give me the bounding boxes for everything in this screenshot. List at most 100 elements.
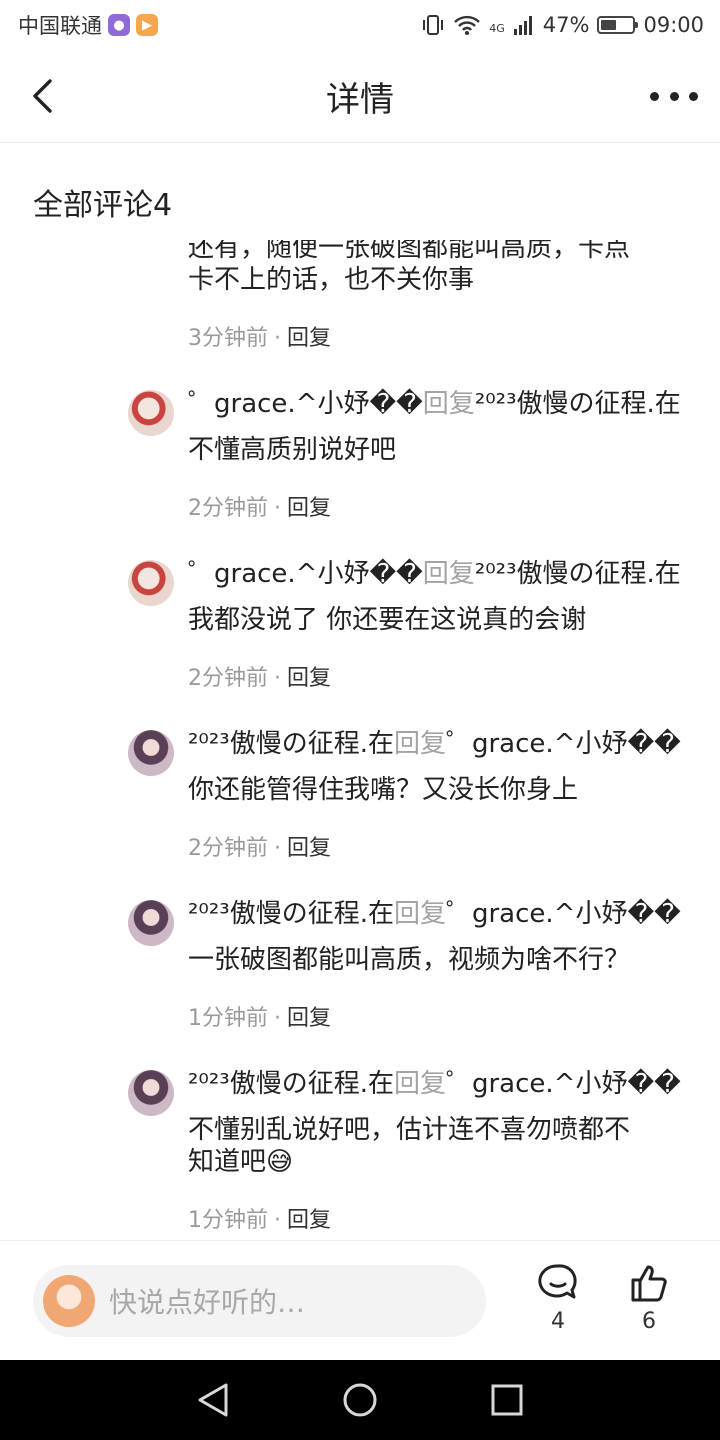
avatar[interactable] <box>128 1070 174 1116</box>
meta-separator: · <box>274 326 281 351</box>
reply-text: 一张破图都能叫高质，视频为啥不行？ <box>188 945 631 975</box>
battery-percent: 47% <box>542 13 590 37</box>
meta-separator: · <box>274 1208 281 1233</box>
reply-item: ²⁰²³傲慢の征程.在回复゜grace.^小妤�� 你还能管得住我嘴？又没长你身上… <box>0 728 720 862</box>
video-app-notification-icon: ▶ <box>136 14 158 36</box>
reply-header: ²⁰²³傲慢の征程.在回复゜grace.^小妤�� <box>188 1068 720 1100</box>
reply-header: ゜grace.^小妤��回复²⁰²³傲慢の征程.在 <box>188 388 720 420</box>
reply-text: 我都没说了 你还要在这说真的会谢 <box>188 605 587 635</box>
reply-label: 回复 <box>393 899 446 929</box>
avatar <box>43 1275 95 1327</box>
network-type: 4G <box>489 22 505 35</box>
reply-item: ²⁰²³傲慢の征程.在回复゜grace.^小妤�� 不懂别乱说好吧，估计连不喜勿喷… <box>0 1068 720 1234</box>
reply-time: 1分钟前 <box>188 1006 268 1031</box>
reply-text: 你还能管得住我嘴？又没长你身上 <box>188 775 579 805</box>
wifi-icon <box>454 15 481 35</box>
top-nav-bar: 详情 <box>0 50 720 143</box>
nav-back-button[interactable] <box>193 1380 233 1420</box>
comment-bubble-icon <box>538 1264 577 1299</box>
comment-input-placeholder: 快说点好听的… <box>109 1286 306 1319</box>
reply-label: 回复 <box>422 389 475 419</box>
reply-label: 回复 <box>422 559 475 589</box>
reply-button[interactable]: 回复 <box>287 836 331 861</box>
comment-time: 3分钟前 <box>188 326 268 351</box>
like-count: 6 <box>642 1309 656 1334</box>
nav-recents-button[interactable] <box>487 1380 527 1420</box>
reply-author[interactable]: ²⁰²³傲慢の征程.在 <box>188 729 394 759</box>
reply-target[interactable]: ²⁰²³傲慢の征程.在 <box>475 389 681 419</box>
app-notification-icon: ● <box>108 14 130 36</box>
nav-home-button[interactable] <box>340 1380 380 1420</box>
triangle-back-icon <box>198 1383 228 1417</box>
thumbs-up-icon <box>631 1265 667 1302</box>
reply-target[interactable]: ²⁰²³傲慢の征程.在 <box>475 559 681 589</box>
system-nav-bar <box>0 1360 720 1440</box>
circle-home-icon <box>343 1383 377 1417</box>
square-recents-icon <box>491 1384 523 1416</box>
reply-label: 回复 <box>393 729 446 759</box>
reply-button[interactable]: 回复 <box>287 666 331 691</box>
reply-time: 2分钟前 <box>188 496 268 521</box>
more-options-button[interactable] <box>650 78 698 114</box>
clock: 09:00 <box>643 13 704 37</box>
reply-button[interactable]: 回复 <box>287 326 331 351</box>
comment-text: 还有，随便一张破图都能叫高质，卡点 <box>188 240 631 263</box>
reply-text: 知道吧😅 <box>188 1147 294 1177</box>
all-comments-heading: 全部评论4 <box>33 188 173 223</box>
carrier-name: 中国联通 <box>18 14 102 38</box>
reply-button[interactable]: 回复 <box>287 496 331 521</box>
reply-meta: 1分钟前 · 回复 <box>188 1208 720 1234</box>
avatar[interactable] <box>128 730 174 776</box>
comment-input-bar: 快说点好听的… 4 6 <box>0 1240 720 1360</box>
avatar[interactable] <box>128 390 174 436</box>
meta-separator: · <box>274 496 281 521</box>
reply-item: ²⁰²³傲慢の征程.在回复゜grace.^小妤�� 一张破图都能叫高质，视频为啥不… <box>0 898 720 1032</box>
comment-count: 4 <box>551 1309 565 1334</box>
avatar[interactable] <box>128 900 174 946</box>
like-button[interactable]: 6 <box>619 1263 679 1334</box>
back-button[interactable] <box>22 76 62 116</box>
status-bar: 中国联通 ● ▶ 4G 47% 09:00 <box>0 0 720 50</box>
reply-label: 回复 <box>393 1069 446 1099</box>
reply-author[interactable]: ²⁰²³傲慢の征程.在 <box>188 899 394 929</box>
reply-header: ²⁰²³傲慢の征程.在回复゜grace.^小妤�� <box>188 728 720 760</box>
comment-list[interactable]: 还有，随便一张破图都能叫高质，卡点 卡不上的话，也不关你事 3分钟前 · 回复 ゜g… <box>0 240 720 1240</box>
meta-separator: · <box>274 1006 281 1031</box>
reply-meta: 2分钟前 · 回复 <box>188 666 720 692</box>
signal-icon <box>513 16 532 35</box>
reply-target[interactable]: ゜grace.^小妤�� <box>446 729 681 759</box>
vibrate-icon <box>423 15 444 35</box>
reply-author[interactable]: ゜grace.^小妤�� <box>188 389 423 419</box>
reply-header: ゜grace.^小妤��回复²⁰²³傲慢の征程.在 <box>188 558 720 590</box>
comment-item: 还有，随便一张破图都能叫高质，卡点 卡不上的话，也不关你事 3分钟前 · 回复 <box>0 240 720 352</box>
reply-time: 1分钟前 <box>188 1208 268 1233</box>
reply-author[interactable]: ゜grace.^小妤�� <box>188 559 423 589</box>
reply-target[interactable]: ゜grace.^小妤�� <box>446 899 681 929</box>
reply-author[interactable]: ²⁰²³傲慢の征程.在 <box>188 1069 394 1099</box>
meta-separator: · <box>274 836 281 861</box>
avatar[interactable] <box>128 560 174 606</box>
comment-input[interactable]: 快说点好听的… <box>33 1265 486 1337</box>
page-title: 详情 <box>326 79 394 120</box>
reply-header: ²⁰²³傲慢の征程.在回复゜grace.^小妤�� <box>188 898 720 930</box>
reply-meta: 1分钟前 · 回复 <box>188 1006 720 1032</box>
reply-text: 不懂别乱说好吧，估计连不喜勿喷都不 <box>188 1115 631 1145</box>
meta-separator: · <box>274 666 281 691</box>
reply-meta: 2分钟前 · 回复 <box>188 836 720 862</box>
reply-target[interactable]: ゜grace.^小妤�� <box>446 1069 681 1099</box>
more-dot-icon <box>689 91 698 101</box>
reply-button[interactable]: 回复 <box>287 1208 331 1233</box>
more-dot-icon <box>669 91 679 101</box>
battery-level <box>601 20 616 30</box>
chevron-left-icon <box>33 79 52 113</box>
reply-time: 2分钟前 <box>188 836 268 861</box>
reply-item: ゜grace.^小妤��回复²⁰²³傲慢の征程.在 不懂高质别说好吧 2分钟前 · 回复 <box>0 388 720 522</box>
reply-meta: 2分钟前 · 回复 <box>188 496 720 522</box>
reply-time: 2分钟前 <box>188 666 268 691</box>
comment-meta: 3分钟前 · 回复 <box>188 326 720 352</box>
reply-text: 不懂高质别说好吧 <box>188 435 397 465</box>
comment-button[interactable]: 4 <box>528 1263 588 1334</box>
comment-text: 卡不上的话，也不关你事 <box>188 265 475 295</box>
reply-item: ゜grace.^小妤��回复²⁰²³傲慢の征程.在 我都没说了 你还要在这说真的会… <box>0 558 720 692</box>
reply-button[interactable]: 回复 <box>287 1006 331 1031</box>
